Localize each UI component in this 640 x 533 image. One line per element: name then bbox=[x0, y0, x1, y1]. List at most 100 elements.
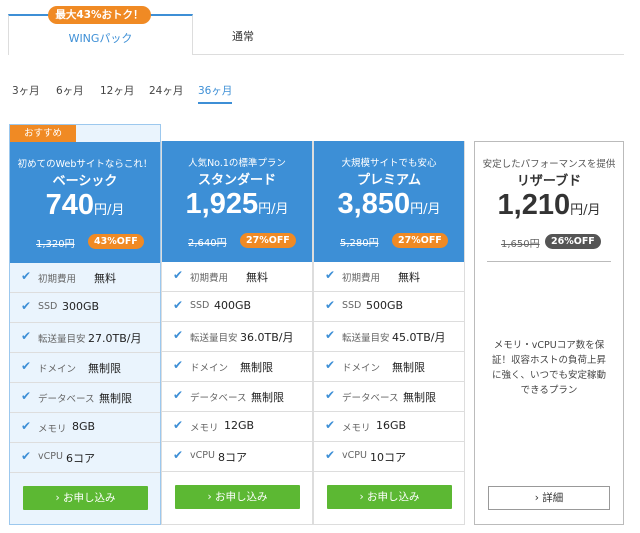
feature-value: 無制限 bbox=[251, 391, 284, 404]
check-icon: ✔ bbox=[325, 448, 336, 462]
feature-value: 6コア bbox=[66, 452, 95, 465]
check-icon: ✔ bbox=[21, 269, 32, 283]
feature-row: ✔ メモリ 8GB bbox=[10, 413, 160, 443]
plan-price-unit: 円/月 bbox=[258, 202, 289, 217]
plan-price: 3,850円/月 bbox=[314, 188, 464, 221]
plan-header: 初めてのWebサイトならこれ！ ベーシック 740円/月 1,320円 43%OFF bbox=[10, 142, 160, 263]
plan-name: ベーシック bbox=[52, 174, 118, 189]
plan-header: 人気No.1の標準プラン スタンダード 1,925円/月 2,640円 27%OFF bbox=[162, 141, 312, 262]
plan-discount-badge: 43%OFF bbox=[88, 234, 144, 249]
duration-tab-3[interactable]: 3ヶ月 bbox=[12, 83, 40, 102]
duration-tab-36[interactable]: 36ヶ月 bbox=[198, 83, 233, 104]
feature-value: 36.0TB/月 bbox=[240, 331, 294, 344]
plan-old-price: 5,280円 bbox=[340, 238, 379, 249]
feature-list: ✔ 初期費用 無料 ✔ SSD 300GB ✔ 転送量目安 27.0TB/月 ✔ ドメイン 無制限 ✔ デ… bbox=[10, 263, 160, 473]
feature-label: SSD bbox=[38, 301, 58, 312]
plan-price: 740円/月 bbox=[10, 189, 160, 222]
feature-label: 初期費用 bbox=[342, 273, 381, 284]
duration-tab-24[interactable]: 24ヶ月 bbox=[149, 83, 183, 102]
feature-value: 無制限 bbox=[403, 391, 436, 404]
plan-tagline: 人気No.1の標準プラン bbox=[188, 158, 286, 169]
plan-card-standard: 人気No.1の標準プラン スタンダード 1,925円/月 2,640円 27%OFF ✔ 初… bbox=[161, 141, 313, 525]
apply-button[interactable]: › お申し込み bbox=[327, 485, 452, 509]
feature-label: 初期費用 bbox=[38, 274, 77, 285]
feature-row: ✔ vCPU 10コア bbox=[314, 442, 464, 472]
check-icon: ✔ bbox=[325, 298, 336, 312]
check-icon: ✔ bbox=[173, 448, 184, 462]
feature-label: vCPU bbox=[190, 450, 215, 461]
check-icon: ✔ bbox=[21, 329, 32, 343]
feature-row: ✔ vCPU 8コア bbox=[162, 442, 312, 472]
check-icon: ✔ bbox=[325, 388, 336, 402]
duration-tab-6[interactable]: 6ヶ月 bbox=[56, 83, 84, 102]
feature-label: 転送量目安 bbox=[190, 333, 238, 344]
feature-value: 300GB bbox=[62, 300, 100, 313]
check-icon: ✔ bbox=[173, 298, 184, 312]
feature-label: 転送量目安 bbox=[342, 333, 390, 344]
feature-row: ✔ メモリ 12GB bbox=[162, 412, 312, 442]
feature-list: ✔ 初期費用 無料 ✔ SSD 400GB ✔ 転送量目安 36.0TB/月 ✔ ドメイン 無制限 ✔ デ… bbox=[162, 262, 312, 472]
feature-label: vCPU bbox=[38, 451, 63, 462]
feature-value: 12GB bbox=[224, 419, 255, 432]
check-icon: ✔ bbox=[173, 388, 184, 402]
check-icon: ✔ bbox=[173, 418, 184, 432]
plan-price-unit: 円/月 bbox=[570, 203, 601, 218]
plan-name: スタンダード bbox=[197, 173, 276, 188]
divider bbox=[487, 261, 611, 262]
plan-discount-badge: 27%OFF bbox=[240, 233, 296, 248]
check-icon: ✔ bbox=[325, 268, 336, 282]
feature-value: 無制限 bbox=[99, 392, 132, 405]
feature-value: 無料 bbox=[94, 272, 116, 285]
check-icon: ✔ bbox=[325, 358, 336, 372]
feature-list: ✔ 初期費用 無料 ✔ SSD 500GB ✔ 転送量目安 45.0TB/月 ✔ ドメイン 無制限 ✔ デ… bbox=[314, 262, 464, 472]
plan-name: リザーブド bbox=[516, 174, 582, 189]
plan-old-price: 1,320円 bbox=[36, 239, 75, 250]
feature-row: ✔ ドメイン 無制限 bbox=[10, 353, 160, 383]
plan-old-price: 1,650円 bbox=[501, 239, 540, 250]
feature-label: SSD bbox=[190, 300, 210, 311]
feature-row: ✔ 初期費用 無料 bbox=[10, 263, 160, 293]
check-icon: ✔ bbox=[21, 419, 32, 433]
plan-price-unit: 円/月 bbox=[410, 202, 441, 217]
details-button[interactable]: › 詳細 bbox=[488, 486, 610, 510]
plan-price-unit: 円/月 bbox=[94, 203, 125, 218]
feature-label: データベース bbox=[190, 393, 247, 404]
plan-card-premium: 大規模サイトでも安心 プレミアム 3,850円/月 5,280円 27%OFF ✔ 初期費用… bbox=[313, 141, 465, 525]
check-icon: ✔ bbox=[173, 268, 184, 282]
feature-label: データベース bbox=[342, 393, 399, 404]
feature-value: 無料 bbox=[246, 271, 268, 284]
feature-row: ✔ 転送量目安 45.0TB/月 bbox=[314, 322, 464, 352]
plan-discount-badge: 26%OFF bbox=[545, 234, 601, 249]
feature-value: 8コア bbox=[218, 451, 247, 464]
feature-row: ✔ vCPU 6コア bbox=[10, 443, 160, 473]
check-icon: ✔ bbox=[21, 359, 32, 373]
feature-row: ✔ 初期費用 無料 bbox=[314, 262, 464, 292]
feature-label: ドメイン bbox=[342, 363, 381, 374]
duration-tab-12[interactable]: 12ヶ月 bbox=[100, 83, 134, 102]
apply-button[interactable]: › お申し込み bbox=[23, 486, 148, 510]
feature-row: ✔ データベース 無制限 bbox=[10, 383, 160, 413]
check-icon: ✔ bbox=[325, 418, 336, 432]
feature-row: ✔ ドメイン 無制限 bbox=[162, 352, 312, 382]
plan-price-value: 3,850 bbox=[337, 188, 411, 220]
check-icon: ✔ bbox=[21, 389, 32, 403]
apply-button[interactable]: › お申し込み bbox=[175, 485, 300, 509]
feature-label: メモリ bbox=[190, 423, 219, 434]
plan-card-reserved: 安定したパフォーマンスを提供 リザーブド 1,210円/月 1,650円 26%… bbox=[474, 141, 624, 525]
check-icon: ✔ bbox=[173, 358, 184, 372]
feature-row: ✔ 転送量目安 36.0TB/月 bbox=[162, 322, 312, 352]
plan-card-basic: おすすめ初めてのWebサイトならこれ！ ベーシック 740円/月 1,320円 43%O… bbox=[9, 124, 161, 525]
recommended-badge: おすすめ bbox=[10, 125, 76, 142]
feature-label: メモリ bbox=[342, 423, 371, 434]
tab-normal[interactable]: 通常 bbox=[193, 14, 293, 55]
plan-header: 大規模サイトでも安心 プレミアム 3,850円/月 5,280円 27%OFF bbox=[314, 141, 464, 262]
feature-value: 8GB bbox=[72, 420, 96, 433]
feature-row: ✔ SSD 300GB bbox=[10, 293, 160, 323]
feature-row: ✔ データベース 無制限 bbox=[314, 382, 464, 412]
feature-label: SSD bbox=[342, 300, 362, 311]
plan-description: メモリ・vCPUコア数を保証！収容ホストの負荷上昇に強く、いつでも安定稼動できる… bbox=[491, 340, 606, 396]
plan-tagline: 初めてのWebサイトならこれ！ bbox=[17, 159, 153, 170]
feature-label: メモリ bbox=[38, 424, 67, 435]
plan-price-value: 740 bbox=[45, 189, 94, 221]
feature-value: 27.0TB/月 bbox=[88, 332, 142, 345]
